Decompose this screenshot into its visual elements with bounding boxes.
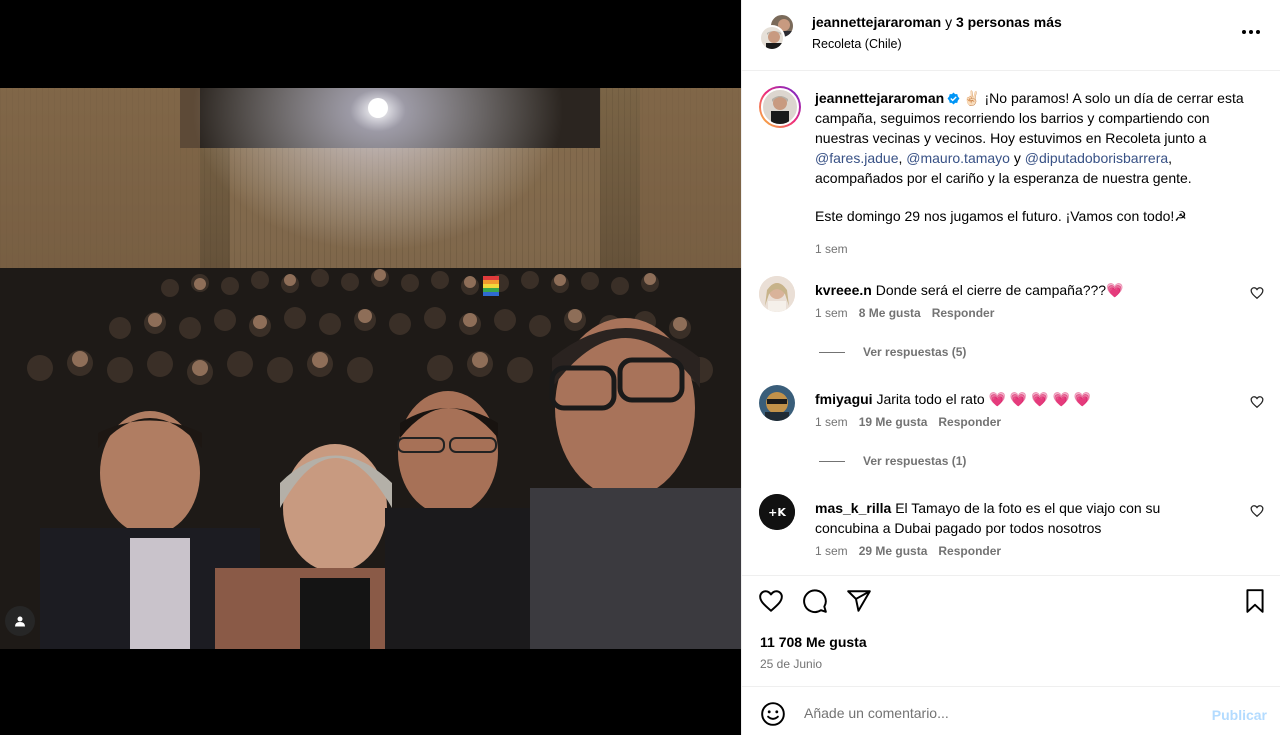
view-replies-label: Ver respuestas (1) (863, 454, 967, 468)
comment-time[interactable]: 1 sem (815, 306, 848, 320)
collab-avatars[interactable] (759, 13, 797, 51)
reply-button[interactable]: Responder (932, 306, 995, 320)
verified-badge-icon (947, 92, 960, 105)
header-title: jeannettejararoman y 3 personas más (812, 14, 1062, 30)
mention-mauro[interactable]: @mauro.tamayo (906, 150, 1010, 166)
avatar[interactable]: +K (759, 494, 795, 530)
tagged-users-button[interactable] (5, 606, 35, 636)
comment-text: mas_k_rilla El Tamayo de la foto es el q… (815, 498, 1225, 538)
instagram-post-modal: jeannettejararoman y 3 personas más Reco… (0, 0, 1280, 735)
mention-fares[interactable]: @fares.jadue (815, 150, 898, 166)
comment-body: Jarita todo el rato 💗 💗 💗 💗 💗 (876, 391, 1092, 407)
caption-sep: y (1009, 150, 1025, 166)
view-replies-button[interactable]: Ver respuestas (1) (819, 454, 966, 468)
comment-time[interactable]: 1 sem (815, 544, 848, 558)
likes-count[interactable]: 11 708 Me gusta (760, 634, 867, 650)
post-date[interactable]: 25 de Junio (760, 657, 822, 671)
comment-time[interactable]: 1 sem (815, 415, 848, 429)
mention-boris[interactable]: @diputadoborisbarrera (1025, 150, 1168, 166)
caption-time[interactable]: 1 sem (815, 239, 1255, 259)
comment-meta: 1 sem 29 Me gusta Responder (815, 544, 1001, 558)
share-button[interactable] (846, 588, 872, 614)
reply-button[interactable]: Responder (938, 415, 1001, 429)
story-ring[interactable] (759, 86, 801, 128)
comment-like-icon[interactable] (1250, 286, 1264, 300)
header-username[interactable]: jeannettejararoman (812, 14, 941, 30)
comment-input[interactable] (804, 701, 1194, 725)
comment-like-icon[interactable] (1250, 504, 1264, 518)
avatar (759, 25, 785, 51)
user-icon (15, 616, 25, 627)
comments-section: jeannettejararoman ✌🏻 ¡No paramos! A solo… (742, 72, 1280, 574)
more-options-button[interactable] (1238, 20, 1264, 44)
emoji-button[interactable] (760, 701, 786, 727)
comment-username[interactable]: kvreee.n (815, 282, 872, 298)
comment-likes[interactable]: 29 Me gusta (859, 544, 928, 558)
avatar[interactable] (759, 276, 795, 312)
comment-like-icon[interactable] (1250, 395, 1264, 409)
comment-button[interactable] (802, 588, 828, 614)
post-header: jeannettejararoman y 3 personas más Reco… (742, 0, 1280, 71)
comment-body: Donde será el cierre de campaña???💗 (875, 282, 1124, 298)
caption-body-2: Este domingo 29 nos jugamos el futuro. ¡… (815, 208, 1187, 224)
more-horizontal-icon (1242, 30, 1260, 34)
comment-icon (803, 589, 827, 613)
save-button[interactable] (1242, 588, 1268, 614)
header-and: y (945, 14, 953, 30)
svg-text:+K: +K (768, 506, 786, 519)
like-button[interactable] (758, 588, 784, 614)
view-replies-button[interactable]: Ver respuestas (5) (819, 345, 966, 359)
post-media (0, 0, 741, 735)
post-photo[interactable] (0, 88, 741, 649)
header-location[interactable]: Recoleta (Chile) (812, 37, 902, 51)
avatar[interactable] (759, 385, 795, 421)
post-actions: 11 708 Me gusta 25 de Junio (742, 575, 1280, 685)
heart-icon (759, 590, 783, 612)
comment-meta: 1 sem 8 Me gusta Responder (815, 306, 994, 320)
comment-likes[interactable]: 8 Me gusta (859, 306, 921, 320)
replies-line (819, 351, 845, 353)
caption-text: jeannettejararoman ✌🏻 ¡No paramos! A solo… (815, 88, 1255, 259)
comment-username[interactable]: mas_k_rilla (815, 500, 891, 516)
comment-text: fmiyagui Jarita todo el rato 💗 💗 💗 💗 💗 (815, 389, 1225, 409)
emoji-icon (761, 702, 785, 726)
replies-line (819, 460, 845, 462)
reply-button[interactable]: Responder (938, 544, 1001, 558)
caption-username[interactable]: jeannettejararoman (815, 90, 944, 106)
comment-username[interactable]: fmiyagui (815, 391, 873, 407)
comment-likes[interactable]: 19 Me gusta (859, 415, 928, 429)
action-icons (758, 588, 872, 614)
comment-text: kvreee.n Donde será el cierre de campaña… (815, 280, 1225, 300)
avatar (761, 88, 799, 126)
post-side-panel: jeannettejararoman y 3 personas más Reco… (741, 0, 1280, 735)
bookmark-icon (1246, 589, 1264, 613)
header-others[interactable]: 3 personas más (956, 14, 1062, 30)
comment-meta: 1 sem 19 Me gusta Responder (815, 415, 1001, 429)
add-comment-bar: Publicar (742, 686, 1280, 735)
publish-button[interactable]: Publicar (1212, 707, 1267, 723)
send-icon (847, 590, 871, 612)
view-replies-label: Ver respuestas (5) (863, 345, 967, 359)
